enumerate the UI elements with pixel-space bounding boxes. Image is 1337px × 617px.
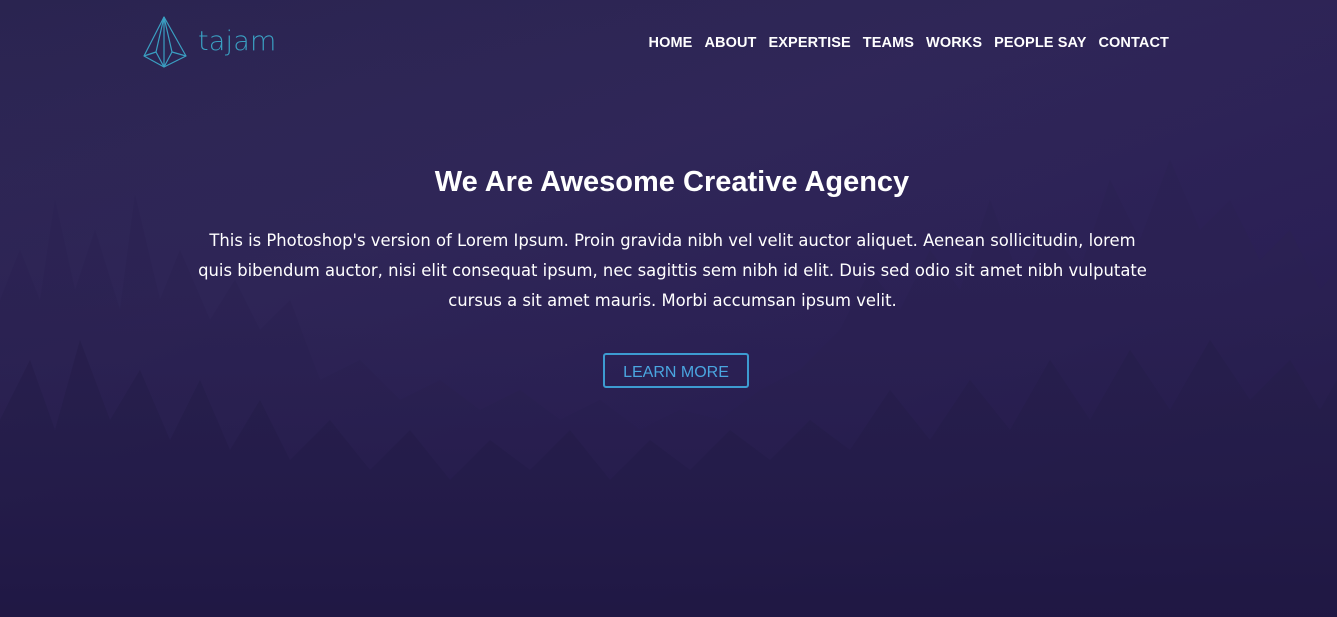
logo-text: tajam (198, 25, 277, 57)
paper-plane-icon (143, 16, 187, 68)
nav-item-teams[interactable]: TEAMS (863, 35, 914, 51)
nav-item-contact[interactable]: CONTACT (1098, 35, 1169, 51)
site-header: tajam HOME ABOUT EXPERTISE TEAMS WORKS P… (0, 0, 1337, 90)
logo-link[interactable]: tajam (142, 16, 276, 68)
learn-more-button[interactable]: LEARN MORE (603, 353, 749, 388)
main-nav: HOME ABOUT EXPERTISE TEAMS WORKS PEOPLE … (637, 35, 1169, 51)
nav-item-home[interactable]: HOME (649, 35, 693, 51)
hero-title: We Are Awesome Creative Agency (434, 166, 910, 198)
nav-item-people-say[interactable]: PEOPLE SAY (994, 35, 1086, 51)
nav-item-works[interactable]: WORKS (926, 35, 982, 51)
hero-section: tajam HOME ABOUT EXPERTISE TEAMS WORKS P… (0, 0, 1337, 617)
hero-text: This is Photoshop's version of Lorem Ips… (198, 231, 1147, 310)
nav-item-expertise[interactable]: EXPERTISE (769, 35, 851, 51)
nav-item-about[interactable]: ABOUT (704, 35, 756, 51)
